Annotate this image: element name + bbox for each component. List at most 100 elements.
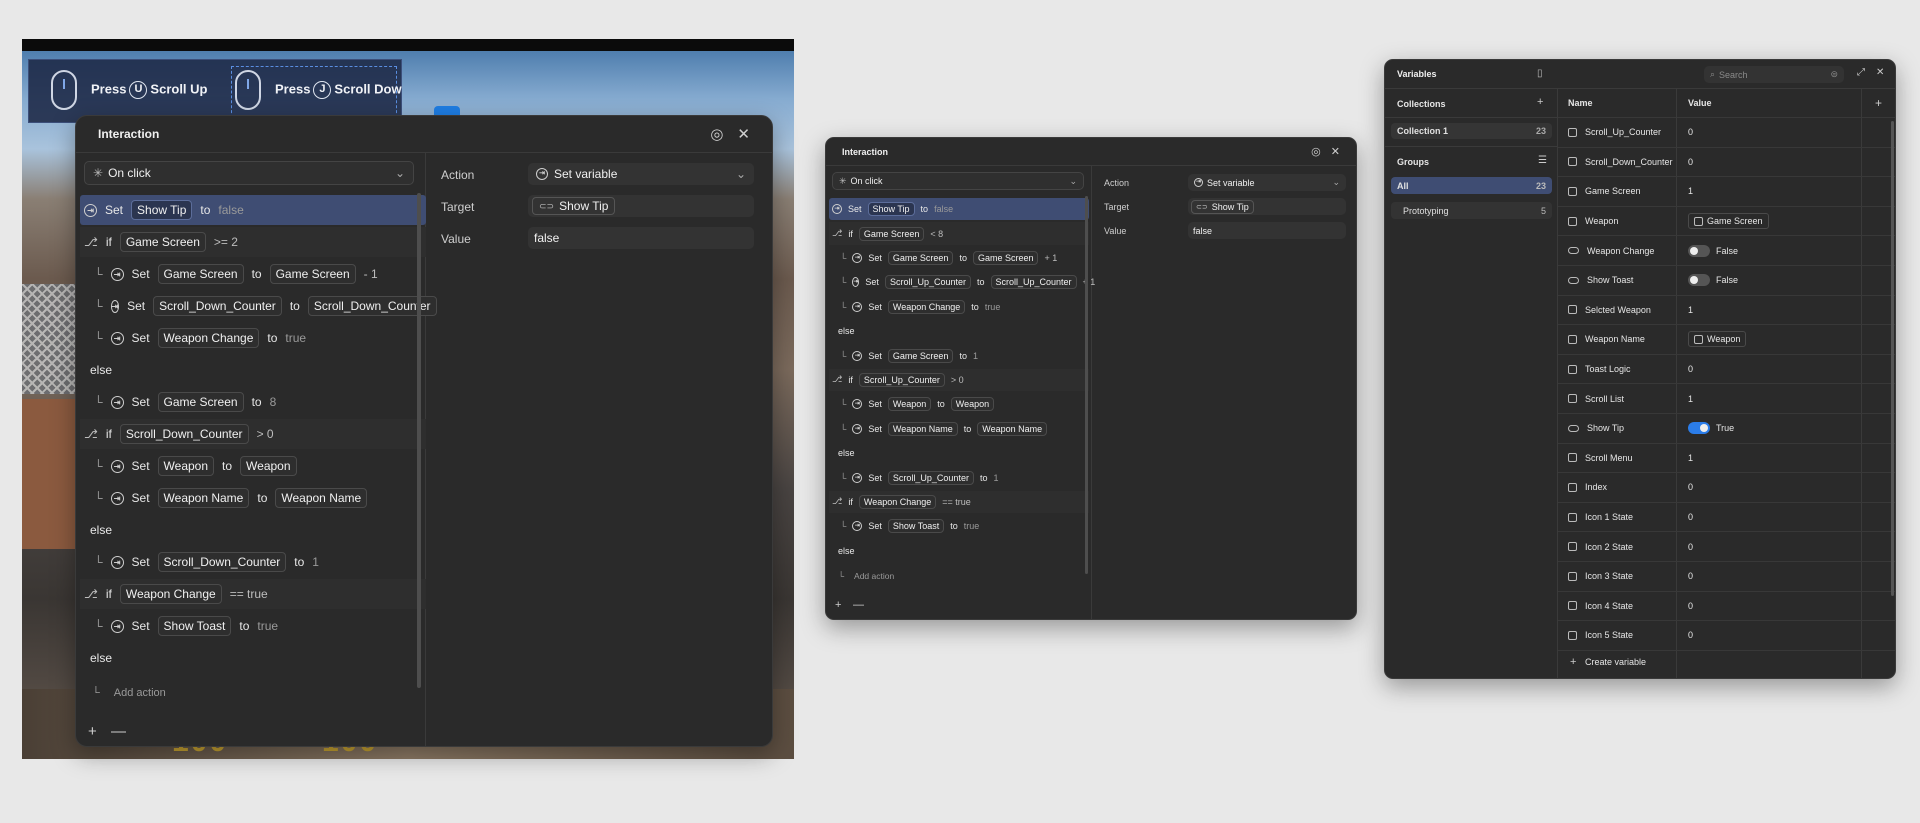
sidebar-toggle-icon[interactable]: ▯	[1537, 68, 1543, 79]
group-menu-icon[interactable]: ☰	[1538, 155, 1547, 166]
variable-row[interactable]: Weapon Change False	[1558, 236, 1895, 266]
variable-row[interactable]: Scroll_Up_Counter 0	[1558, 118, 1895, 148]
else-row[interactable]: else	[80, 515, 426, 545]
variable-token[interactable]: Scroll_Up_Counter	[990, 275, 1077, 290]
group-item[interactable]: Prototyping 5	[1391, 202, 1552, 219]
close-icon[interactable]: ✕	[1876, 67, 1884, 78]
variable-token[interactable]: Weapon Change	[119, 584, 222, 604]
action-row[interactable]: └ ⇥ Set Game Screen to 8	[80, 387, 426, 417]
toggle-switch[interactable]	[1688, 244, 1710, 257]
variable-value-cell[interactable]: 0	[1688, 127, 1693, 137]
variable-token[interactable]: Show Toast	[887, 519, 945, 534]
add-action-label[interactable]: Add action	[114, 687, 166, 699]
variable-row[interactable]: Game Screen 1	[1558, 177, 1895, 207]
variable-row[interactable]: Icon 3 State 0	[1558, 562, 1895, 592]
variable-token[interactable]: Game Screen	[972, 250, 1039, 265]
variable-row[interactable]: Icon 1 State 0	[1558, 503, 1895, 533]
add-icon[interactable]: +	[835, 599, 841, 611]
action-row[interactable]: └ ⇥ Set Scroll_Up_Counter to Scroll_Up_Counte…	[829, 271, 1095, 293]
else-row[interactable]: else	[80, 643, 426, 673]
variable-token[interactable]: Scroll_Up_Counter	[887, 470, 974, 485]
add-icon[interactable]: +	[88, 723, 97, 740]
if-row[interactable]: ⎇ if Game Screen < 8	[829, 222, 1089, 245]
variable-value-cell[interactable]: False	[1688, 244, 1738, 257]
action-row[interactable]: └ ⇥ Set Weapon Name to Weapon Name	[80, 483, 426, 513]
variable-row[interactable]: Selcted Weapon 1	[1558, 296, 1895, 326]
else-row[interactable]: else	[80, 355, 426, 385]
action-row[interactable]: ⇥ Set Show Tip to false	[829, 198, 1089, 221]
variable-token[interactable]: Weapon	[887, 397, 932, 412]
target-field[interactable]: ⊂⊃ Show Tip	[1188, 198, 1346, 215]
variable-row[interactable]: Scroll List 1	[1558, 384, 1895, 414]
variable-ref-chip[interactable]: Weapon	[1688, 331, 1747, 348]
variable-token[interactable]: Weapon	[157, 456, 215, 476]
collection-item[interactable]: Collection 1 23	[1391, 123, 1552, 139]
variable-value-cell[interactable]: False	[1688, 274, 1738, 287]
variable-value-cell[interactable]: True	[1688, 422, 1734, 435]
add-column-icon[interactable]: +	[1875, 96, 1882, 110]
remove-icon[interactable]: —	[111, 723, 126, 740]
variable-token[interactable]: Scroll_Down_Counter	[157, 552, 287, 572]
action-select[interactable]: ⇥ Set variable ⌄	[528, 163, 754, 185]
action-row[interactable]: └ ⇥ Set Scroll_Up_Counter to 1	[829, 466, 1089, 488]
if-row[interactable]: ⎇ if Weapon Change == true	[80, 579, 426, 609]
variable-token[interactable]: Game Screen	[157, 392, 244, 412]
variable-value-cell[interactable]: 0	[1688, 482, 1693, 492]
else-row[interactable]: else	[829, 540, 1089, 562]
variable-token[interactable]: Weapon	[950, 397, 995, 412]
else-row[interactable]: else	[829, 320, 1089, 342]
variable-token[interactable]: Weapon Name	[887, 421, 958, 436]
variable-value-cell[interactable]: 1	[1688, 453, 1693, 463]
action-row[interactable]: └ ⇥ Set Show Toast to true	[829, 515, 1089, 537]
variable-value-cell[interactable]: 0	[1688, 512, 1693, 522]
scrollbar[interactable]	[417, 193, 421, 688]
variable-value-cell[interactable]: 0	[1688, 364, 1693, 374]
action-row[interactable]: └ ⇥ Set Weapon Change to true	[80, 323, 426, 353]
variable-row[interactable]: Show Toast False	[1558, 266, 1895, 296]
variable-token[interactable]: Game Screen	[858, 226, 925, 241]
close-icon[interactable]: ✕	[1331, 145, 1340, 158]
variable-token[interactable]: Weapon	[240, 456, 297, 476]
variable-token[interactable]: Show Tip	[131, 200, 193, 220]
variable-token[interactable]: Weapon Name	[977, 421, 1048, 436]
action-row[interactable]: └ ⇥ Set Scroll_Down_Counter to Scroll_Down_Co…	[80, 291, 437, 321]
if-row[interactable]: ⎇ if Scroll_Up_Counter > 0	[829, 368, 1089, 392]
variable-token[interactable]: Weapon Name	[157, 488, 250, 508]
variable-row[interactable]: Icon 4 State 0	[1558, 592, 1895, 622]
create-variable-row[interactable]: + Create variable	[1558, 647, 1895, 676]
variable-token[interactable]: Scroll_Up_Counter	[884, 275, 971, 290]
remove-icon[interactable]: —	[853, 599, 864, 611]
if-row[interactable]: ⎇ if Weapon Change == true	[829, 490, 1089, 514]
variable-token[interactable]: Scroll_Up_Counter	[858, 372, 945, 387]
else-row[interactable]: else	[829, 442, 1089, 464]
add-action-label[interactable]: Add action	[854, 571, 894, 581]
target-tag[interactable]: ⊂⊃ Show Tip	[1191, 199, 1254, 214]
action-row[interactable]: └ ⇥ Set Scroll_Down_Counter to 1	[80, 547, 426, 577]
variable-value-cell[interactable]: 0	[1688, 571, 1693, 581]
variable-token[interactable]: Scroll_Down_Counter	[153, 296, 282, 316]
action-row[interactable]: └ ⇥ Set Show Toast to true	[80, 611, 426, 641]
variable-token[interactable]: Game Screen	[887, 250, 954, 265]
scrollbar[interactable]	[1891, 121, 1894, 596]
variable-row[interactable]: Scroll Menu 1	[1558, 444, 1895, 474]
target-icon[interactable]: ◎	[1311, 145, 1321, 158]
expand-icon[interactable]: ⤢	[1857, 67, 1865, 78]
target-field[interactable]: ⊂⊃ Show Tip	[528, 195, 754, 217]
variable-value-cell[interactable]: 1	[1688, 305, 1693, 315]
hud-overlay[interactable]: Press U Scroll Up Press J Scroll Dow	[28, 59, 402, 123]
action-row[interactable]: └ ⇥ Set Weapon Change to true	[829, 296, 1089, 318]
variable-token[interactable]: Weapon Change	[157, 328, 260, 348]
trigger-select[interactable]: ✳ On click ⌄	[832, 172, 1084, 190]
variable-row[interactable]: Weapon Name Weapon	[1558, 325, 1895, 355]
variable-row[interactable]: Index 0	[1558, 473, 1895, 503]
toggle-switch[interactable]	[1688, 422, 1710, 435]
action-select[interactable]: ⇥ Set variable ⌄	[1188, 174, 1346, 191]
add-collection-icon[interactable]: +	[1537, 96, 1543, 108]
action-row[interactable]: └ ⇥ Set Weapon to Weapon	[80, 451, 426, 481]
toggle-switch[interactable]	[1688, 274, 1710, 287]
if-row[interactable]: ⎇ if Scroll_Down_Counter > 0	[80, 419, 426, 449]
variable-row[interactable]: Toast Logic 0	[1558, 355, 1895, 385]
add-action-row[interactable]: └ Add action	[826, 565, 894, 587]
variable-token[interactable]: Scroll_Down_Counter	[119, 424, 249, 444]
action-row[interactable]: └ ⇥ Set Game Screen to Game Screen + 1	[829, 247, 1089, 269]
